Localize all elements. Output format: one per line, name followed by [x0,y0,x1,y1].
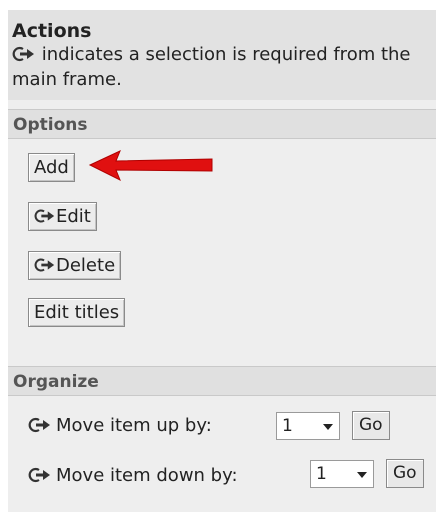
red-arrow-icon [88,150,213,182]
selection-required-icon [34,257,56,273]
selection-required-icon [12,46,36,62]
move-up-value: 1 [282,416,293,436]
actions-panel: Actions indicates a selection is require… [8,10,436,512]
actions-title: Actions [12,20,92,42]
chevron-down-icon [357,472,367,478]
actions-description-text: indicates a selection is required from t… [12,44,411,90]
move-up-go-label: Go [359,415,383,435]
edit-titles-button[interactable]: Edit titles [28,298,126,327]
move-down-go-label: Go [393,463,417,483]
actions-description: indicates a selection is required from t… [12,42,432,92]
edit-button-label: Edit [56,206,91,227]
move-down-go-button[interactable]: Go [386,459,424,488]
edit-button[interactable]: Edit [28,202,97,231]
actions-header: Actions indicates a selection is require… [8,10,436,100]
options-section-header: Options [8,109,436,139]
organize-section-header: Organize [8,366,436,396]
selection-required-icon [34,208,56,224]
add-button[interactable]: Add [28,153,75,182]
edit-titles-button-label: Edit titles [34,302,120,323]
add-button-label: Add [34,157,69,178]
move-up-label: Move item up by: [56,415,212,436]
selection-required-icon [28,467,52,483]
delete-button[interactable]: Delete [28,251,122,280]
delete-button-label: Delete [56,255,116,276]
move-down-value: 1 [316,464,327,484]
move-up-go-button[interactable]: Go [352,411,390,440]
move-down-label: Move item down by: [56,465,238,486]
chevron-down-icon [323,424,333,430]
move-up-select[interactable]: 1 [276,412,340,440]
organize-heading: Organize [13,372,99,392]
selection-required-icon [28,417,52,433]
options-heading: Options [13,115,88,135]
move-down-select[interactable]: 1 [310,460,374,488]
